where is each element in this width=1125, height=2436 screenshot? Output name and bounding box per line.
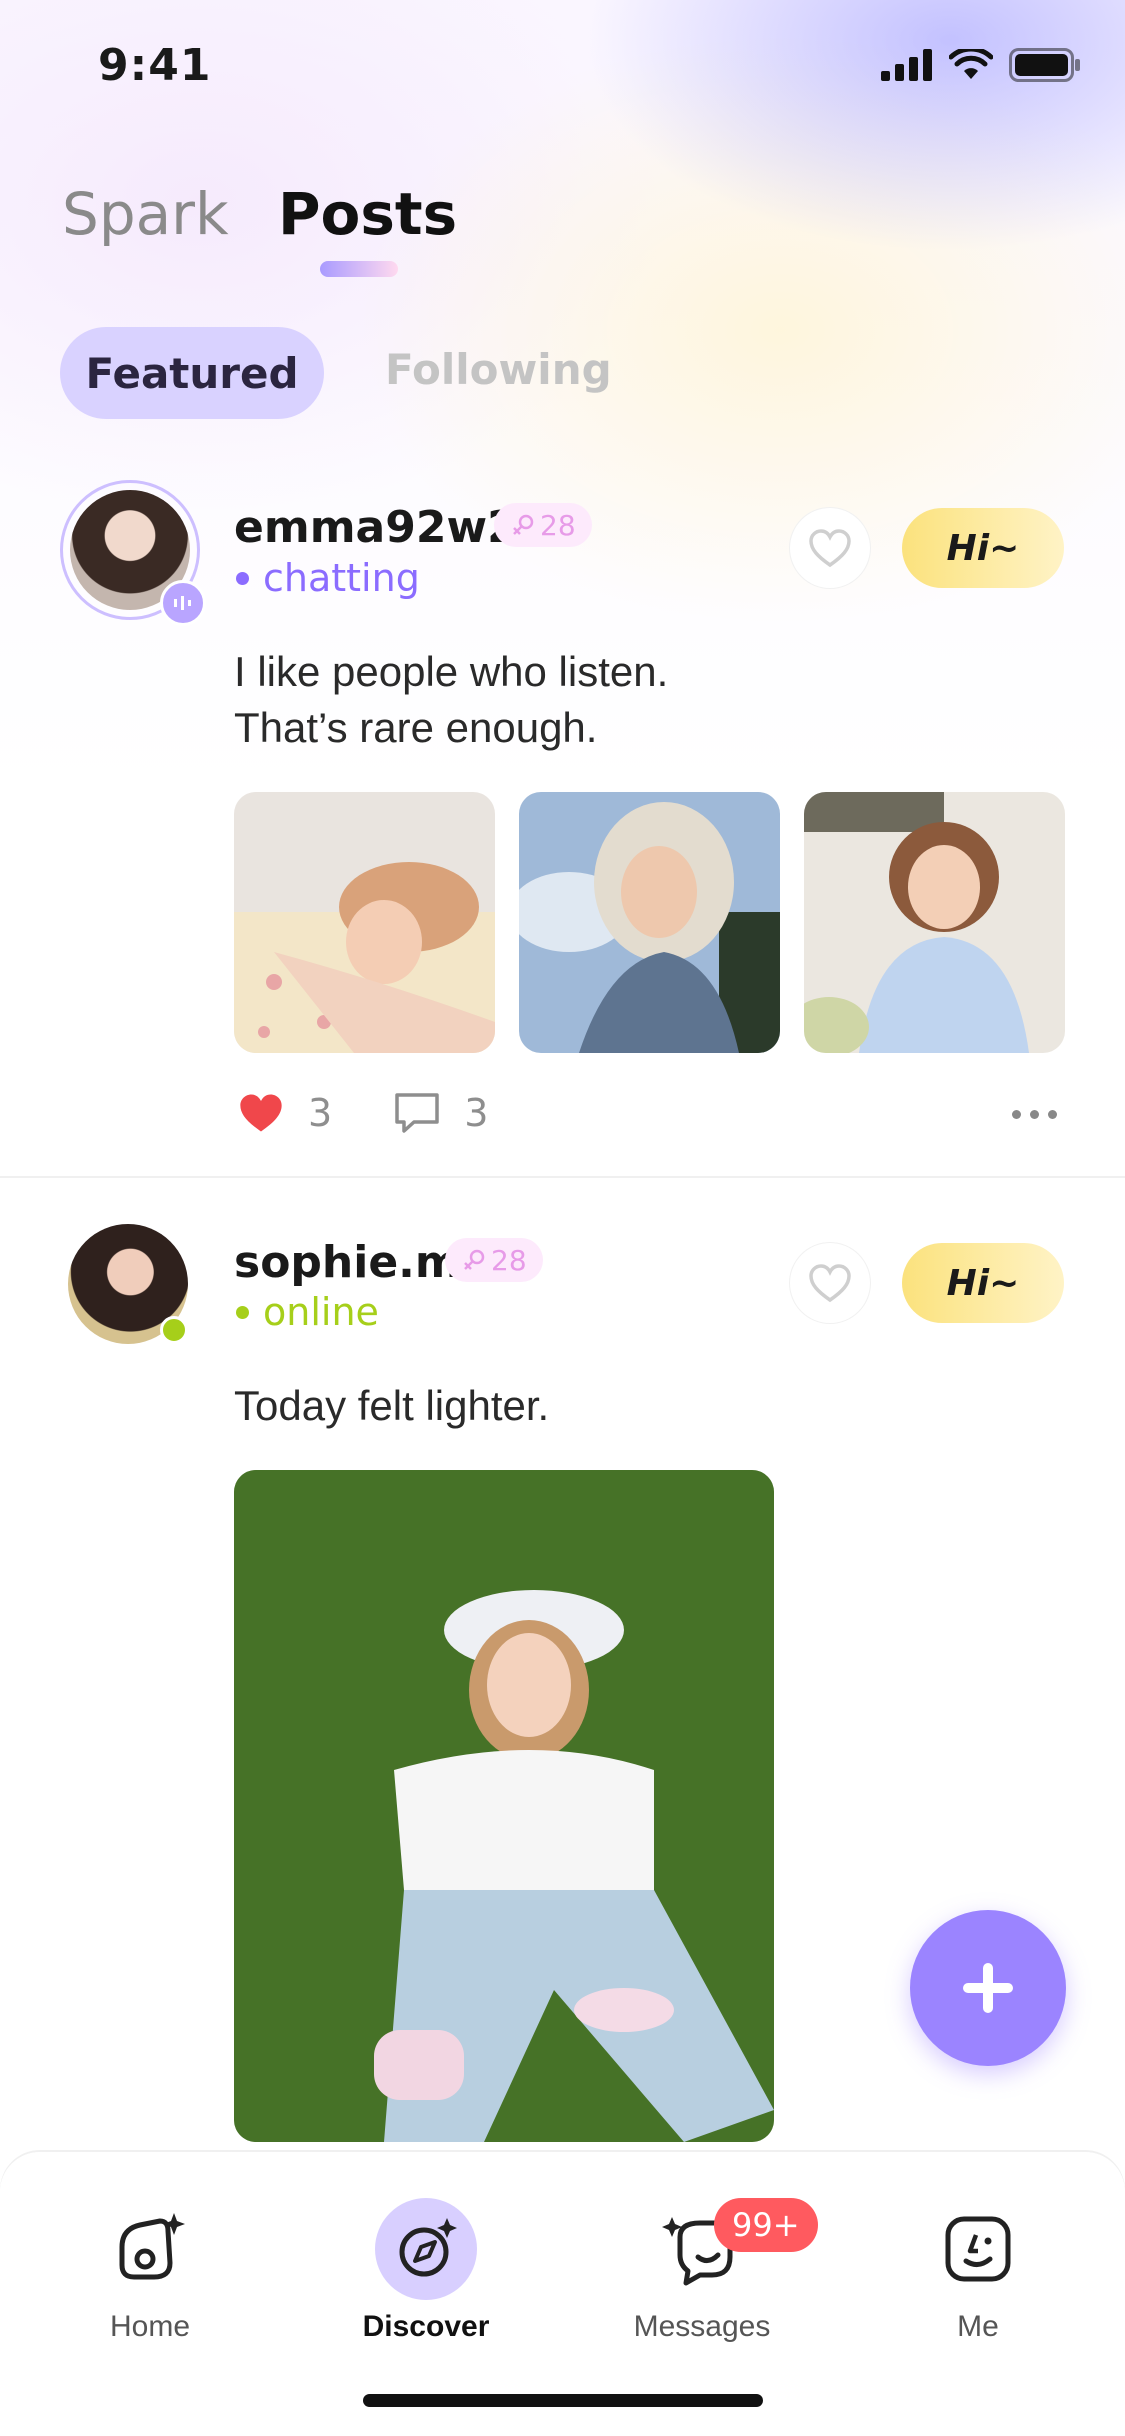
home-indicator (363, 2394, 763, 2407)
level-value: 28 (540, 508, 576, 542)
heart-filled-icon (240, 1094, 282, 1132)
subtab-featured[interactable]: Featured (60, 327, 324, 419)
discover-active-bg (375, 2198, 477, 2300)
post-text-line: Today felt lighter. (234, 1382, 550, 1429)
status-text: chatting (263, 556, 420, 600)
voice-badge-icon (160, 580, 206, 626)
post-1-hi-button[interactable]: Hi~ (902, 508, 1064, 588)
post-1-photo-3[interactable] (804, 792, 1065, 1053)
online-indicator (160, 1316, 188, 1344)
post-1-status: chatting (236, 556, 420, 600)
messages-badge: 99+ (714, 2198, 818, 2252)
active-tab-indicator (320, 261, 398, 277)
post-1-photo-1[interactable] (234, 792, 495, 1053)
post-2-text: Today felt lighter. (234, 1378, 549, 1434)
post-text-line: I like people who listen. (234, 648, 669, 695)
profile-face-icon (945, 2216, 1011, 2282)
post-1-like-user-button[interactable] (790, 508, 870, 588)
post-2-level-badge: 28 (445, 1238, 543, 1282)
post-2-status: online (236, 1290, 379, 1334)
tab-posts[interactable]: Posts (278, 180, 457, 248)
more-options-icon[interactable] (1012, 1110, 1057, 1119)
female-symbol-icon (513, 514, 534, 535)
screen: 9:41 Spark Posts Featured Following emma… (0, 0, 1125, 2436)
female-symbol-icon (464, 1249, 485, 1270)
comment-button[interactable]: 3 (392, 1090, 488, 1136)
tab-me[interactable]: Me (868, 2194, 1088, 2344)
status-icons (881, 48, 1081, 82)
tab-spark[interactable]: Spark (62, 180, 229, 248)
post-divider (0, 1176, 1125, 1178)
tab-label: Me (957, 2310, 999, 2343)
cellular-signal-icon (881, 49, 932, 81)
post-1-avatar-wrap[interactable] (60, 480, 206, 626)
battery-icon (1009, 48, 1080, 82)
post-2-like-user-button[interactable] (790, 1243, 870, 1323)
level-value: 28 (491, 1243, 527, 1277)
home-sparkle-icon (119, 2213, 185, 2280)
post-text-line: That’s rare enough. (234, 704, 598, 751)
heart-outline-icon (809, 529, 851, 568)
tab-label: Messages (633, 2310, 771, 2343)
create-post-button[interactable] (910, 1910, 1066, 2066)
tab-discover[interactable]: Discover (316, 2194, 536, 2344)
post-2-hi-button[interactable]: Hi~ (902, 1243, 1064, 1323)
tab-label: Discover (362, 2310, 490, 2343)
comment-icon (395, 1093, 439, 1133)
status-dot (236, 1305, 249, 1319)
plus-icon (963, 1963, 1013, 2013)
like-count: 3 (308, 1091, 333, 1135)
comment-count: 3 (464, 1091, 489, 1135)
wifi-icon (949, 49, 993, 79)
post-1-level-badge: 28 (494, 503, 592, 547)
post-1-username[interactable]: emma92w2 (234, 502, 518, 553)
status-text: online (263, 1290, 379, 1334)
post-1-photo-2[interactable] (519, 792, 780, 1053)
status-dot (236, 571, 249, 585)
subtab-following[interactable]: Following (385, 345, 612, 394)
post-2-username[interactable]: sophie.m (234, 1237, 461, 1288)
post-1-stats: 3 3 (236, 1090, 488, 1136)
post-2-photo[interactable] (234, 1470, 774, 2142)
compass-sparkle-icon (399, 2218, 457, 2277)
tab-label: Home (109, 2310, 191, 2343)
heart-outline-icon (809, 1264, 851, 1303)
tab-home[interactable]: Home (40, 2194, 260, 2344)
post-2-avatar-wrap[interactable] (68, 1224, 196, 1352)
post-1-text: I like people who listen. That’s rare en… (234, 644, 668, 756)
status-time: 9:41 (98, 40, 212, 91)
tab-messages[interactable]: 99+ Messages (592, 2194, 818, 2344)
like-button[interactable]: 3 (236, 1090, 332, 1136)
